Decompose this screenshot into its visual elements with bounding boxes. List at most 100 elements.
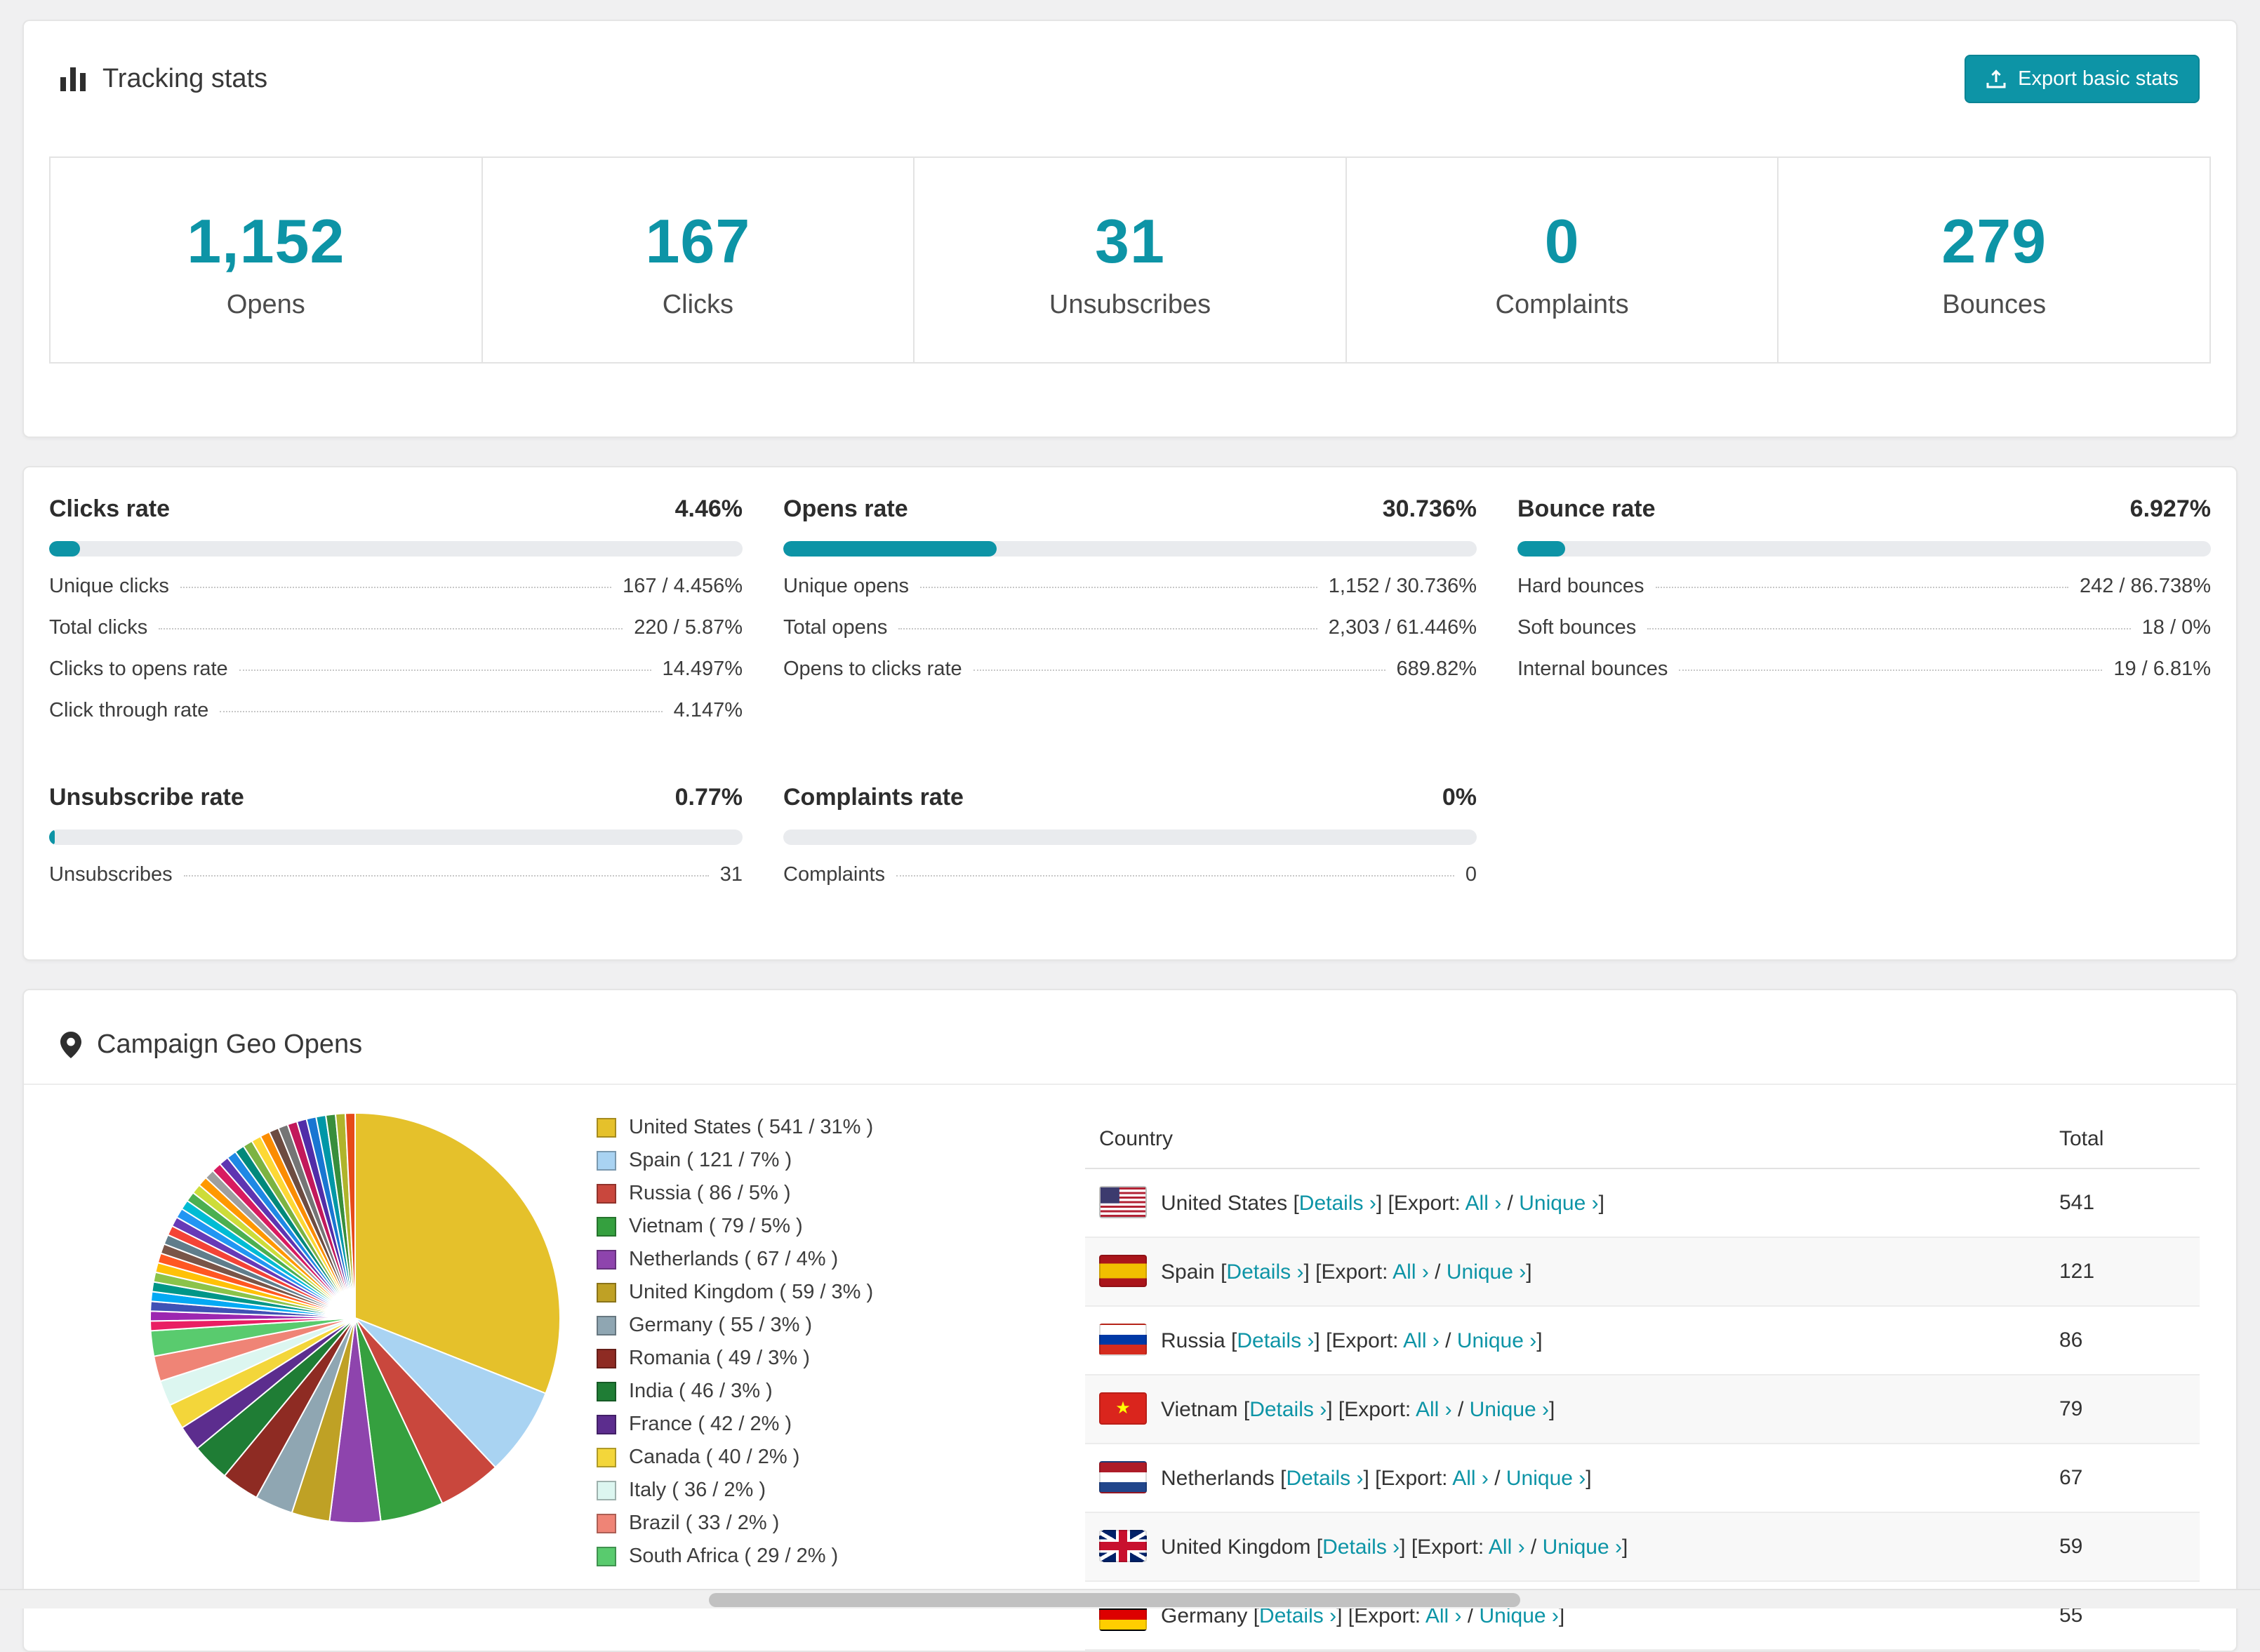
export-all-link[interactable]: All › <box>1452 1467 1489 1490</box>
legend-item[interactable]: France ( 42 / 2% ) <box>597 1413 1085 1436</box>
horizontal-scrollbar-thumb[interactable] <box>709 1593 1520 1607</box>
bracket-text: [ <box>1215 1260 1227 1284</box>
bracket-text: [ <box>1225 1329 1237 1352</box>
details-link[interactable]: Details › <box>1286 1467 1363 1490</box>
legend-item[interactable]: Russia ( 86 / 5% ) <box>597 1182 1085 1205</box>
legend-item[interactable]: Germany ( 55 / 3% ) <box>597 1314 1085 1337</box>
country-cell: Vietnam [Details ›] [Export: All › / Uni… <box>1099 1392 2031 1426</box>
legend-label: India ( 46 / 3% ) <box>629 1380 773 1403</box>
legend-color-swatch <box>597 1250 616 1270</box>
rates-grid: Clicks rate 4.46% Unique clicks167 / 4.4… <box>49 495 2211 886</box>
export-basic-stats-label: Export basic stats <box>2018 67 2179 91</box>
dotted-leader <box>1656 587 2068 588</box>
details-link[interactable]: Details › <box>1299 1192 1376 1215</box>
rate-progress-fill <box>49 830 55 845</box>
bracket-text: ] <box>1549 1398 1555 1421</box>
horizontal-scrollbar-track[interactable] <box>0 1589 2260 1608</box>
export-all-link[interactable]: All › <box>1489 1536 1525 1559</box>
export-all-link[interactable]: All › <box>1465 1192 1502 1215</box>
details-link[interactable]: Details › <box>1322 1536 1400 1559</box>
legend-color-swatch <box>597 1118 616 1138</box>
legend-item[interactable]: Spain ( 121 / 7% ) <box>597 1149 1085 1172</box>
legend-color-swatch <box>597 1217 616 1237</box>
export-all-link[interactable]: All › <box>1403 1329 1440 1352</box>
summary-stat-value: 279 <box>1779 206 2209 277</box>
rate-card: Bounce rate 6.927% Hard bounces242 / 86.… <box>1517 495 2211 722</box>
legend-item[interactable]: Netherlands ( 67 / 4% ) <box>597 1248 1085 1271</box>
summary-stat-label: Unsubscribes <box>915 290 1345 320</box>
rate-row-value: 18 / 0% <box>2142 616 2211 639</box>
rate-progress-bar <box>49 830 743 845</box>
campaign-geo-opens-card: Campaign Geo Opens United States ( 541 /… <box>22 989 2238 1652</box>
country-total: 121 <box>2045 1237 2200 1306</box>
export-all-link[interactable]: All › <box>1392 1260 1429 1284</box>
legend-item[interactable]: Romania ( 49 / 3% ) <box>597 1347 1085 1370</box>
rate-row-value: 2,303 / 61.446% <box>1329 616 1477 639</box>
legend-label: Russia ( 86 / 5% ) <box>629 1182 790 1205</box>
rate-card: Clicks rate 4.46% Unique clicks167 / 4.4… <box>49 495 743 722</box>
legend-color-swatch <box>597 1151 616 1171</box>
rate-progress-bar <box>783 830 1477 845</box>
bracket-text: [ <box>1287 1192 1299 1215</box>
campaign-geo-opens-title: Campaign Geo Opens <box>60 1030 362 1060</box>
export-unique-link[interactable]: Unique › <box>1519 1192 1598 1215</box>
legend-item[interactable]: Brazil ( 33 / 2% ) <box>597 1512 1085 1535</box>
rate-row-label: Internal bounces <box>1517 658 1668 681</box>
rate-row-label: Unique clicks <box>49 575 169 598</box>
tracking-stats-title: Tracking stats <box>60 64 267 94</box>
legend-color-swatch <box>597 1349 616 1368</box>
summary-stat-cell: 0 Complaints <box>1345 158 1778 362</box>
rate-detail-row: Hard bounces242 / 86.738% <box>1517 575 2211 598</box>
legend-label: United Kingdom ( 59 / 3% ) <box>629 1281 873 1304</box>
rate-detail-row: Soft bounces 18 / 0% <box>1517 616 2211 639</box>
rate-detail-row: Click through rate4.147% <box>49 699 743 722</box>
rate-head: Opens rate 30.736% <box>783 495 1477 523</box>
legend-color-swatch <box>597 1283 616 1303</box>
export-prefix-text: ] [Export: <box>1303 1260 1392 1284</box>
legend-item[interactable]: United States ( 541 / 31% ) <box>597 1116 1085 1139</box>
bracket-text: [ <box>1310 1536 1322 1559</box>
export-prefix-text: ] [Export: <box>1327 1398 1416 1421</box>
legend-label: Netherlands ( 67 / 4% ) <box>629 1248 838 1271</box>
rate-row-label: Soft bounces <box>1517 616 1636 639</box>
dotted-leader <box>184 875 709 877</box>
rate-row-value: 1,152 / 30.736% <box>1329 575 1477 598</box>
details-link[interactable]: Details › <box>1237 1329 1314 1352</box>
tracking-stats-card: Tracking stats Export basic stats 1,152 … <box>22 20 2238 438</box>
rate-row-value: 19 / 6.81% <box>2113 658 2211 681</box>
rate-value: 6.927% <box>2130 495 2211 523</box>
export-unique-link[interactable]: Unique › <box>1470 1398 1549 1421</box>
geo-table-row: United Kingdom [Details ›] [Export: All … <box>1085 1512 2200 1581</box>
country-name: United Kingdom <box>1161 1536 1310 1559</box>
summary-stat-label: Clicks <box>483 290 914 320</box>
export-unique-link[interactable]: Unique › <box>1506 1467 1586 1490</box>
bracket-text: ] <box>1586 1467 1591 1490</box>
summary-stat-cell: 279 Bounces <box>1777 158 2209 362</box>
export-unique-link[interactable]: Unique › <box>1543 1536 1622 1559</box>
export-basic-stats-button[interactable]: Export basic stats <box>1965 55 2200 103</box>
legend-item[interactable]: United Kingdom ( 59 / 3% ) <box>597 1281 1085 1304</box>
bar-chart-icon <box>60 67 87 91</box>
legend-item[interactable]: Canada ( 40 / 2% ) <box>597 1446 1085 1469</box>
export-unique-link[interactable]: Unique › <box>1447 1260 1526 1284</box>
country-total: 67 <box>2045 1444 2200 1512</box>
legend-color-swatch <box>597 1184 616 1204</box>
rate-detail-row: Total opens2,303 / 61.446% <box>783 616 1477 639</box>
details-link[interactable]: Details › <box>1249 1398 1327 1421</box>
details-link[interactable]: Details › <box>1226 1260 1303 1284</box>
rate-head: Unsubscribe rate 0.77% <box>49 784 743 811</box>
legend-item[interactable]: Vietnam ( 79 / 5% ) <box>597 1215 1085 1238</box>
legend-item[interactable]: South Africa ( 29 / 2% ) <box>597 1545 1085 1568</box>
legend-item[interactable]: Italy ( 36 / 2% ) <box>597 1479 1085 1502</box>
dotted-leader <box>220 711 662 712</box>
country-cell: United Kingdom [Details ›] [Export: All … <box>1099 1530 2031 1564</box>
legend-item[interactable]: India ( 46 / 3% ) <box>597 1380 1085 1403</box>
export-unique-link[interactable]: Unique › <box>1457 1329 1536 1352</box>
geo-table-header-total: Total <box>2045 1096 2200 1168</box>
geo-table-header-country: Country <box>1085 1096 2045 1168</box>
rate-detail-row: Complaints0 <box>783 863 1477 886</box>
country-total: 86 <box>2045 1306 2200 1375</box>
export-all-link[interactable]: All › <box>1416 1398 1452 1421</box>
legend-color-swatch <box>597 1481 616 1500</box>
geo-table-row: United States [Details ›] [Export: All ›… <box>1085 1168 2200 1237</box>
